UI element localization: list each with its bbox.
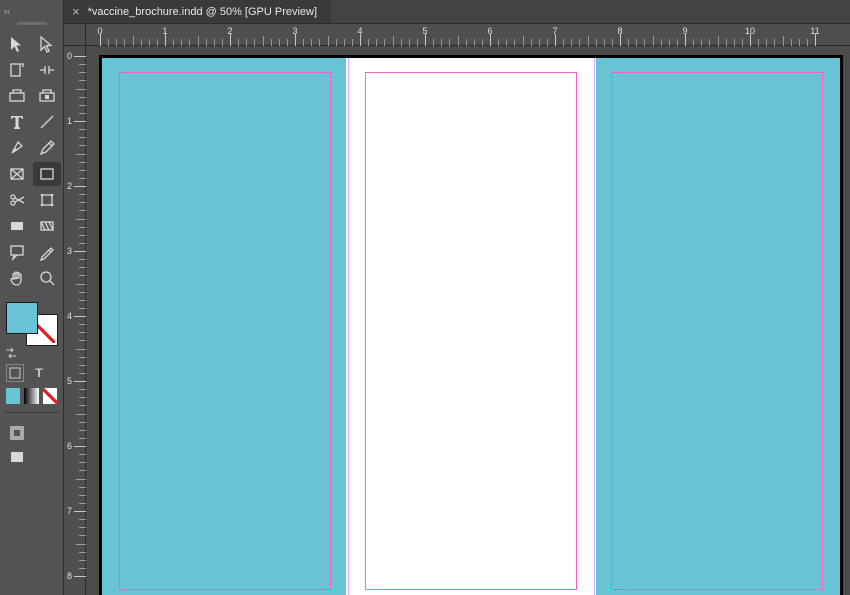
ruler-origin[interactable]	[64, 24, 86, 46]
ruler-v-label: 1	[67, 116, 72, 126]
gradient-swatch-tool[interactable]	[3, 214, 31, 238]
toolbox-panel: ‹‹ T	[0, 0, 64, 595]
margin-guide-right	[611, 72, 823, 590]
rectangle-tool[interactable]	[33, 162, 61, 186]
document-tab-bar: × *vaccine_brochure.indd @ 50% [GPU Prev…	[64, 0, 850, 24]
ruler-v-label: 4	[67, 311, 72, 321]
eyedropper-tool[interactable]	[33, 240, 61, 264]
page[interactable]	[102, 58, 840, 595]
gap-tool[interactable]	[33, 58, 61, 82]
fill-stroke-swatch[interactable]	[4, 300, 60, 348]
spread	[100, 56, 842, 595]
apply-color[interactable]	[6, 388, 20, 404]
content-collector-tool[interactable]	[3, 84, 31, 108]
line-tool[interactable]	[33, 110, 61, 134]
ruler-v-label: 0	[67, 51, 72, 61]
apply-gradient[interactable]	[24, 388, 38, 404]
fold-guide-1	[348, 58, 349, 595]
ruler-v-label: 7	[67, 506, 72, 516]
scissors-tool[interactable]	[3, 188, 31, 212]
apply-color-row	[0, 386, 63, 406]
ruler-v-label: 3	[67, 246, 72, 256]
document-tab[interactable]: × *vaccine_brochure.indd @ 50% [GPU Prev…	[64, 0, 331, 23]
ruler-h-label: 0	[97, 26, 102, 36]
direct-selection-tool[interactable]	[33, 32, 61, 56]
ruler-h-label: 2	[227, 26, 232, 36]
swap-fill-stroke-icon[interactable]	[4, 346, 18, 360]
ruler-h-label: 9	[682, 26, 687, 36]
ruler-h-label: 11	[810, 26, 819, 36]
toolbox-separator	[4, 412, 59, 413]
ruler-v-label: 5	[67, 376, 72, 386]
ruler-h-label: 3	[292, 26, 297, 36]
tool-grid	[0, 28, 63, 294]
horizontal-ruler[interactable]: 0 1 2 3 4 5 6 7 8 9 10 11	[86, 24, 850, 46]
view-mode-normal[interactable]	[6, 423, 28, 443]
type-tool[interactable]	[3, 110, 31, 134]
canvas[interactable]	[86, 46, 850, 595]
toolbox-grip[interactable]	[0, 18, 63, 28]
ruler-h-label: 5	[422, 26, 427, 36]
ruler-h-label: 10	[745, 26, 755, 36]
view-mode-preview[interactable]	[6, 447, 28, 467]
apply-none[interactable]	[43, 388, 57, 404]
content-placer-tool[interactable]	[33, 84, 61, 108]
selection-tool[interactable]	[3, 32, 31, 56]
page-tool[interactable]	[3, 58, 31, 82]
gradient-feather-tool[interactable]	[33, 214, 61, 238]
ruler-h-label: 4	[357, 26, 362, 36]
margin-guide-center	[365, 72, 577, 590]
ruler-v-label: 2	[67, 181, 72, 191]
main-area: × *vaccine_brochure.indd @ 50% [GPU Prev…	[64, 0, 850, 595]
zoom-tool[interactable]	[33, 266, 61, 290]
ruler-v-label: 6	[67, 441, 72, 451]
formatting-container-icon[interactable]	[6, 364, 24, 382]
rectangle-frame-tool[interactable]	[3, 162, 31, 186]
pen-tool[interactable]	[3, 136, 31, 160]
pencil-tool[interactable]	[33, 136, 61, 160]
toolbox-collapse[interactable]: ‹‹	[0, 4, 63, 18]
ruler-h-label: 1	[162, 26, 167, 36]
workspace: 0 1 2 3 4 5 6 7 8 9 10 11 0 1 2 3 4 5 6 7 8	[64, 24, 850, 595]
vertical-ruler[interactable]: 0 1 2 3 4 5 6 7 8	[64, 46, 86, 595]
note-tool[interactable]	[3, 240, 31, 264]
hand-tool[interactable]	[3, 266, 31, 290]
ruler-h-label: 7	[552, 26, 557, 36]
document-tab-title: *vaccine_brochure.indd @ 50% [GPU Previe…	[88, 6, 317, 18]
free-transform-tool[interactable]	[33, 188, 61, 212]
ruler-v-label: 8	[67, 571, 72, 581]
formatting-text-icon[interactable]: T	[30, 364, 48, 382]
ruler-h-label: 8	[617, 26, 622, 36]
margin-guide-left	[119, 72, 331, 590]
fold-guide-2	[594, 58, 595, 595]
close-tab-icon[interactable]: ×	[72, 5, 80, 18]
fill-swatch[interactable]	[6, 302, 38, 334]
ruler-h-label: 6	[487, 26, 492, 36]
